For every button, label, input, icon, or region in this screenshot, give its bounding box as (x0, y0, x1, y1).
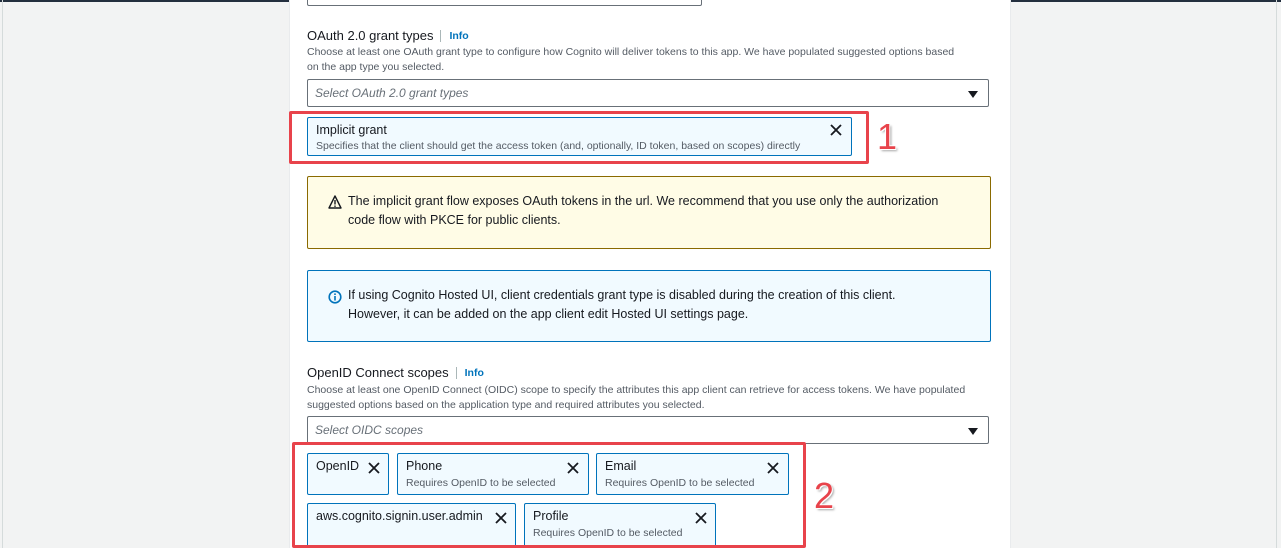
info-text: If using Cognito Hosted UI, client crede… (348, 286, 988, 324)
oidc-info-link[interactable]: Info (465, 367, 484, 379)
annotation-number-1: 1 (877, 116, 898, 157)
oidc-select-placeholder: Select OIDC scopes (315, 423, 424, 437)
oauth-description-line: on the app type you selected. (307, 61, 445, 73)
right-scrollbar-track[interactable] (1276, 0, 1277, 548)
implicit-grant-warning-alert: The implicit grant flow exposes OAuth to… (307, 176, 991, 249)
oauth-grant-types-select[interactable]: Select OAuth 2.0 grant types (307, 79, 989, 107)
hosted-ui-info-alert: If using Cognito Hosted UI, client crede… (307, 270, 991, 342)
warning-text-line: code flow with PKCE for public clients. (348, 213, 561, 227)
left-divider (2, 0, 3, 548)
annotation-number-2: 2 (814, 475, 835, 516)
oauth-select-placeholder: Select OAuth 2.0 grant types (315, 86, 469, 100)
info-text-line: However, it can be added on the app clie… (348, 307, 749, 321)
oidc-description-line: suggested options based on the applicati… (307, 399, 705, 411)
annotation-box-2 (292, 442, 806, 548)
oauth-grant-types-label: OAuth 2.0 grant types (307, 28, 434, 43)
oauth-description: Choose at least one OAuth grant type to … (307, 45, 954, 75)
info-icon (328, 290, 342, 304)
info-text-line: If using Cognito Hosted UI, client crede… (348, 288, 896, 302)
caret-down-icon (968, 91, 978, 98)
warning-text: The implicit grant flow exposes OAuth to… (348, 192, 988, 230)
warning-text-line: The implicit grant flow exposes OAuth to… (348, 194, 939, 208)
caret-down-icon (968, 428, 978, 435)
label-divider (440, 29, 442, 42)
oidc-scopes-select[interactable]: Select OIDC scopes (307, 416, 989, 444)
oauth-info-link[interactable]: Info (449, 30, 468, 42)
oidc-scopes-label: OpenID Connect scopes (307, 365, 449, 380)
oauth-grant-types-label-row: OAuth 2.0 grant types Info (307, 28, 469, 43)
oidc-description-line: Choose at least one OpenID Connect (OIDC… (307, 384, 966, 396)
warning-icon (328, 195, 342, 209)
oidc-description: Choose at least one OpenID Connect (OIDC… (307, 383, 965, 413)
oauth-description-line: Choose at least one OAuth grant type to … (307, 46, 955, 58)
oidc-scopes-label-row: OpenID Connect scopes Info (307, 365, 484, 380)
annotation-box-1 (289, 111, 869, 164)
label-divider (455, 366, 457, 379)
previous-input-field[interactable] (307, 0, 702, 6)
